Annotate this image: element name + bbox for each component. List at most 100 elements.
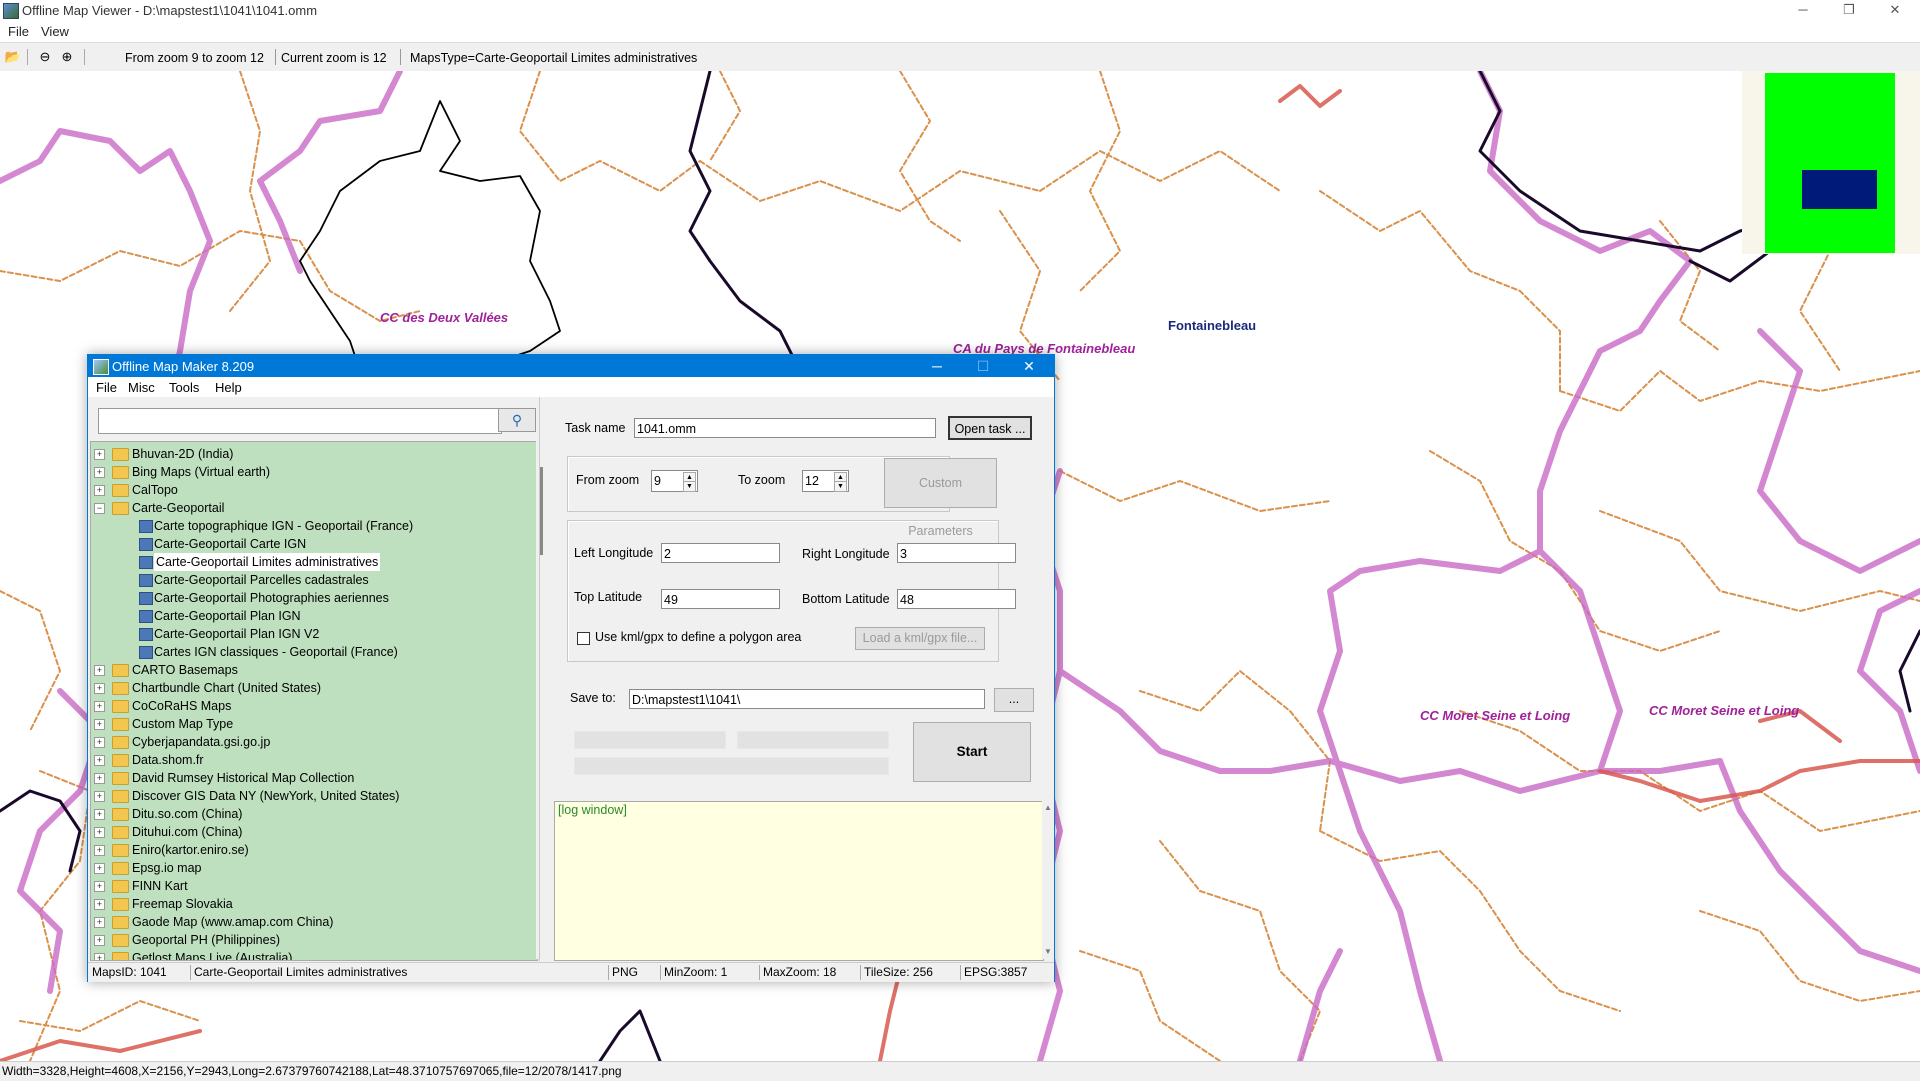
expand-icon[interactable]: + [94,701,105,712]
close-button[interactable]: ✕ [1872,0,1918,22]
tree-map-item[interactable]: Carte-Geoportail Photographies aeriennes [91,589,531,607]
expand-icon[interactable]: + [94,953,105,960]
tree-map-item[interactable]: Carte-Geoportail Plan IGN V2 [91,625,531,643]
minimize-button[interactable]: ─ [1780,0,1826,22]
collapse-icon[interactable]: − [94,503,105,514]
tree-folder[interactable]: + Epsg.io map [91,859,531,877]
bottom-latitude-field[interactable]: 48 [897,589,1016,609]
expand-icon[interactable]: + [94,899,105,910]
browse-button[interactable]: ... [994,688,1034,712]
dialog-menubar: File Misc Tools Help [88,377,1054,397]
dialog-minimize-button[interactable]: ─ [914,355,960,377]
tree-folder[interactable]: + CoCoRaHS Maps [91,697,531,715]
tree-map-item[interactable]: Carte-Geoportail Carte IGN [91,535,531,553]
expand-icon[interactable]: + [94,485,105,496]
minimap-viewport[interactable] [1802,170,1877,209]
scroll-up-icon[interactable]: ▲ [1044,803,1052,812]
expand-icon[interactable]: + [94,791,105,802]
tree-folder[interactable]: − Carte-Geoportail [91,499,531,517]
toolbar-separator [84,49,85,65]
left-longitude-field[interactable]: 2 [661,543,780,563]
spin-down-icon[interactable]: ▼ [683,481,696,492]
tree-map-item[interactable]: Cartes IGN classiques - Geoportail (Fran… [91,643,531,661]
dialog-menu-tools[interactable]: Tools [169,380,199,395]
tree-folder[interactable]: + Eniro(kartor.eniro.se) [91,841,531,859]
zoom-in-icon[interactable]: ⊕ [58,48,76,66]
expand-icon[interactable]: + [94,719,105,730]
log-window[interactable]: [log window] [554,801,1044,961]
custom-parameters-button[interactable]: Custom Parameters [884,458,997,538]
start-button[interactable]: Start [913,722,1031,782]
bottom-latitude-label: Bottom Latitude [802,592,890,606]
tree-folder[interactable]: + CARTO Basemaps [91,661,531,679]
tree-folder[interactable]: + Discover GIS Data NY (NewYork, United S… [91,787,531,805]
tree-folder[interactable]: + Geoportal PH (Philippines) [91,931,531,949]
to-zoom-spinner[interactable]: 12 ▲ ▼ [802,470,849,492]
map-layer-icon [139,538,153,551]
map-search-input[interactable] [98,408,502,434]
expand-icon[interactable]: + [94,809,105,820]
tree-folder[interactable]: + Bhuvan-2D (India) [91,445,531,463]
tree-map-item[interactable]: Carte-Geoportail Parcelles cadastrales [91,571,531,589]
tree-folder[interactable]: + Chartbundle Chart (United States) [91,679,531,697]
dialog-menu-file[interactable]: File [96,380,117,395]
tree-map-item[interactable]: Carte-Geoportail Limites administratives [91,553,531,571]
expand-icon[interactable]: + [94,773,105,784]
expand-icon[interactable]: + [94,917,105,928]
tree-folder[interactable]: + CalTopo [91,481,531,499]
tree-folder[interactable]: + Bing Maps (Virtual earth) [91,463,531,481]
open-folder-icon[interactable]: 📂 [4,48,22,66]
zoom-out-icon[interactable]: ⊖ [36,48,54,66]
expand-icon[interactable]: + [94,827,105,838]
status-divider [860,965,861,980]
tree-folder[interactable]: + Getlost Maps Live (Australia) [91,949,531,960]
log-scrollbar[interactable]: ▲ ▼ [1042,801,1054,959]
expand-icon[interactable]: + [94,881,105,892]
open-task-button[interactable]: Open task ... [948,416,1032,440]
search-button[interactable]: ⚲ [498,408,536,432]
dialog-titlebar[interactable]: Offline Map Maker 8.209 ─ ☐ ✕ [88,355,1054,377]
tree-folder[interactable]: + Custom Map Type [91,715,531,733]
tree-item-label: CoCoRaHS Maps [132,699,232,713]
expand-icon[interactable]: + [94,683,105,694]
tree-folder[interactable]: + David Rumsey Historical Map Collection [91,769,531,787]
tree-scrollbar-thumb[interactable] [540,467,543,555]
dialog-menu-help[interactable]: Help [215,380,242,395]
maximize-button[interactable]: ❐ [1826,0,1872,22]
use-kml-checkbox[interactable] [577,632,590,645]
expand-icon[interactable]: + [94,467,105,478]
spin-down-icon[interactable]: ▼ [834,481,847,492]
status-min-zoom: MinZoom: 1 [664,965,728,979]
dialog-maximize-button[interactable]: ☐ [960,355,1006,377]
dialog-menu-misc[interactable]: Misc [128,380,155,395]
task-name-field[interactable]: 1041.omm [634,418,936,438]
menu-file[interactable]: File [8,24,29,39]
from-zoom-spinner[interactable]: 9 ▲ ▼ [651,470,698,492]
dialog-close-button[interactable]: ✕ [1006,355,1052,377]
tree-folder[interactable]: + Cyberjapandata.gsi.go.jp [91,733,531,751]
expand-icon[interactable]: + [94,449,105,460]
tree-folder[interactable]: + Data.shom.fr [91,751,531,769]
tree-folder[interactable]: + Gaode Map (www.amap.com China) [91,913,531,931]
menu-view[interactable]: View [41,24,69,39]
expand-icon[interactable]: + [94,755,105,766]
tree-folder[interactable]: + Ditu.so.com (China) [91,805,531,823]
right-longitude-field[interactable]: 3 [897,543,1016,563]
save-to-field[interactable]: D:\mapstest1\1041\ [629,689,985,709]
tree-folder[interactable]: + FINN Kart [91,877,531,895]
minimap[interactable] [1742,71,1920,254]
map-type-tree[interactable]: + Bhuvan-2D (India) + Bing Maps (Virtual ea… [90,441,538,961]
folder-icon [112,880,129,893]
tree-folder[interactable]: + Dituhui.com (China) [91,823,531,841]
expand-icon[interactable]: + [94,863,105,874]
expand-icon[interactable]: + [94,665,105,676]
expand-icon[interactable]: + [94,737,105,748]
scroll-down-icon[interactable]: ▼ [1044,947,1052,956]
tree-map-item[interactable]: Carte-Geoportail Plan IGN [91,607,531,625]
tree-map-item[interactable]: Carte topographique IGN - Geoportail (Fr… [91,517,531,535]
expand-icon[interactable]: + [94,935,105,946]
tree-folder[interactable]: + Freemap Slovakia [91,895,531,913]
expand-icon[interactable]: + [94,845,105,856]
load-kml-button[interactable]: Load a kml/gpx file... [855,627,985,650]
top-latitude-field[interactable]: 49 [661,589,780,609]
